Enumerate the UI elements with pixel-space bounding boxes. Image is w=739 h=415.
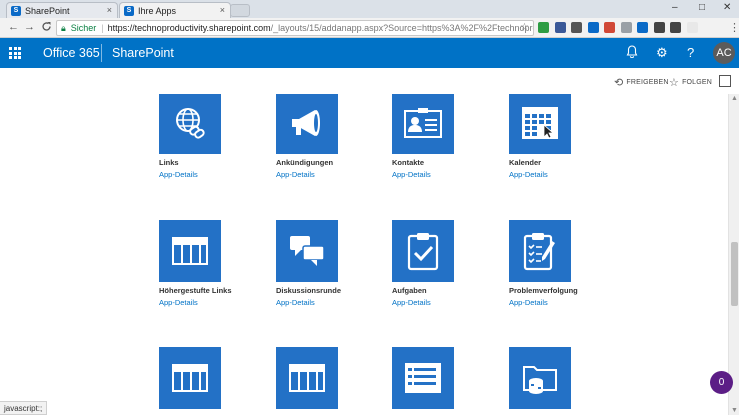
app-title[interactable]: Ankündigungen <box>276 158 386 169</box>
app-tile[interactable]: Aufgaben App-Details <box>392 220 502 307</box>
app-tile[interactable] <box>392 347 502 415</box>
browser-address-bar: ← → 🔒︎ Sicher | https://technoproductivi… <box>0 18 739 38</box>
tab-title: Ihre Apps <box>138 5 177 16</box>
app-details-link[interactable]: App-Details <box>276 170 386 179</box>
app-title[interactable]: Links <box>159 158 269 169</box>
browser-menu-icon[interactable]: ⋮ <box>729 21 739 34</box>
url-path: /_layouts/15/addanapp.aspx?Source=https%… <box>270 23 533 33</box>
minimize-button[interactable]: – <box>672 2 678 13</box>
tab-close-icon[interactable]: × <box>220 5 225 15</box>
focus-mode-icon[interactable] <box>719 75 731 87</box>
calendar-icon[interactable] <box>509 94 571 154</box>
megaphone-icon[interactable] <box>276 94 338 154</box>
back-button[interactable]: ← <box>8 21 19 33</box>
browser-status-bar: javascript:; <box>0 401 48 415</box>
folder-database-icon[interactable] <box>509 347 571 409</box>
app-title[interactable]: Höhergestufte Links <box>159 286 269 297</box>
share-icon: ⟲ <box>614 77 624 89</box>
scroll-up-icon[interactable]: ▲ <box>731 95 738 102</box>
table-icon[interactable] <box>276 347 338 409</box>
discussion-icon[interactable] <box>276 220 338 282</box>
url-host: https://technoproductivity.sharepoint.co… <box>107 23 271 33</box>
share-button[interactable]: ⟲ FREIGEBEN <box>614 76 669 89</box>
apps-grid: Links App-Details Ankündigungen App-Details… <box>0 94 728 415</box>
app-title[interactable]: Aufgaben <box>392 286 502 297</box>
form-list-icon[interactable] <box>392 347 454 409</box>
globe-link-icon[interactable] <box>159 94 221 154</box>
share-label: FREIGEBEN <box>626 79 669 86</box>
app-tile[interactable]: Kontakte App-Details <box>392 94 502 179</box>
tab-sharepoint[interactable]: S SharePoint × <box>6 2 118 18</box>
page-ribbon: ⟲ FREIGEBEN ☆ FOLGEN <box>0 68 739 94</box>
app-details-link[interactable]: App-Details <box>509 170 619 179</box>
clipboard-check-icon[interactable] <box>392 220 454 282</box>
maximize-button[interactable]: □ <box>699 2 705 13</box>
office365-suite-bar: Office 365 SharePoint ⚙︎ ? AC <box>0 38 739 68</box>
notification-bell-icon[interactable] <box>626 45 638 58</box>
browser-extension-icon[interactable] <box>670 22 681 33</box>
lock-icon: 🔒︎ <box>61 22 66 33</box>
browser-extension-icon[interactable] <box>620 22 632 33</box>
app-details-link[interactable]: App-Details <box>159 298 269 307</box>
browser-extension-icon[interactable] <box>653 22 665 33</box>
app-title[interactable]: Kalender <box>509 158 619 169</box>
app-tile[interactable]: Diskussionsrunde App-Details <box>276 220 386 307</box>
url-input[interactable]: 🔒︎ Sicher | https://technoproductivity.s… <box>56 20 534 36</box>
sharepoint-favicon-icon: S <box>11 5 21 16</box>
app-tile[interactable]: Problemverfolgung App-Details <box>509 220 619 307</box>
app-details-link[interactable]: App-Details <box>392 170 502 179</box>
browser-extension-icon[interactable] <box>554 22 566 33</box>
forward-button[interactable]: → <box>24 21 35 33</box>
browser-tab-bar: S SharePoint × S Ihre Apps × – □ ✕ <box>0 0 739 18</box>
tab-title: SharePoint <box>25 5 70 16</box>
app-tile[interactable]: Links App-Details <box>159 94 269 179</box>
reload-button[interactable] <box>41 21 52 32</box>
browser-extension-icon[interactable] <box>538 22 549 33</box>
follow-label: FOLGEN <box>682 79 713 86</box>
app-details-link[interactable]: App-Details <box>509 298 619 307</box>
sharepoint-favicon-icon: S <box>124 5 134 16</box>
settings-gear-icon[interactable]: ⚙︎ <box>656 45 668 61</box>
scroll-thumb[interactable] <box>731 242 738 306</box>
reload-icon <box>42 22 51 31</box>
scroll-down-icon[interactable]: ▼ <box>731 407 738 414</box>
table-icon[interactable] <box>159 347 221 409</box>
browser-extension-icon[interactable] <box>637 22 648 33</box>
help-icon[interactable]: ? <box>687 45 694 60</box>
user-avatar[interactable]: AC <box>713 42 735 64</box>
app-details-link[interactable]: App-Details <box>159 170 269 179</box>
close-window-button[interactable]: ✕ <box>723 2 731 13</box>
app-title[interactable]: Diskussionsrunde <box>276 286 386 297</box>
contact-card-icon[interactable] <box>392 94 454 154</box>
app-tile[interactable]: Höhergestufte Links App-Details <box>159 220 269 307</box>
new-tab-button[interactable] <box>230 4 250 17</box>
app-tile[interactable] <box>509 347 619 415</box>
browser-extension-icon[interactable] <box>571 22 582 33</box>
app-details-link[interactable]: App-Details <box>392 298 502 307</box>
clipboard-list-icon[interactable] <box>509 220 571 282</box>
browser-extension-icon[interactable] <box>604 22 615 33</box>
browser-extension-icon[interactable] <box>587 22 599 33</box>
app-details-link[interactable]: App-Details <box>276 298 386 307</box>
office365-brand[interactable]: Office 365 <box>43 46 100 60</box>
sharepoint-product-link[interactable]: SharePoint <box>112 46 174 60</box>
app-tile[interactable] <box>159 347 269 415</box>
app-launcher-icon[interactable] <box>9 47 21 59</box>
bookmark-star-icon[interactable]: ☆ <box>520 22 529 33</box>
table-icon[interactable] <box>159 220 221 282</box>
secure-label: Sicher <box>70 23 97 33</box>
browser-extension-icon[interactable] <box>686 22 698 33</box>
tab-ihre-apps[interactable]: S Ihre Apps × <box>119 2 231 18</box>
follow-button[interactable]: ☆ FOLGEN <box>669 76 712 89</box>
app-title[interactable]: Kontakte <box>392 158 502 169</box>
app-tile[interactable]: Ankündigungen App-Details <box>276 94 386 179</box>
star-icon: ☆ <box>669 77 680 89</box>
notification-badge[interactable]: 0 <box>710 371 733 394</box>
app-tile[interactable] <box>276 347 386 415</box>
app-title[interactable]: Problemverfolgung <box>509 286 619 297</box>
page-scrollbar[interactable]: ▲ ▼ <box>728 94 739 415</box>
app-tile[interactable]: Kalender App-Details <box>509 94 619 179</box>
tab-close-icon[interactable]: × <box>107 5 112 15</box>
